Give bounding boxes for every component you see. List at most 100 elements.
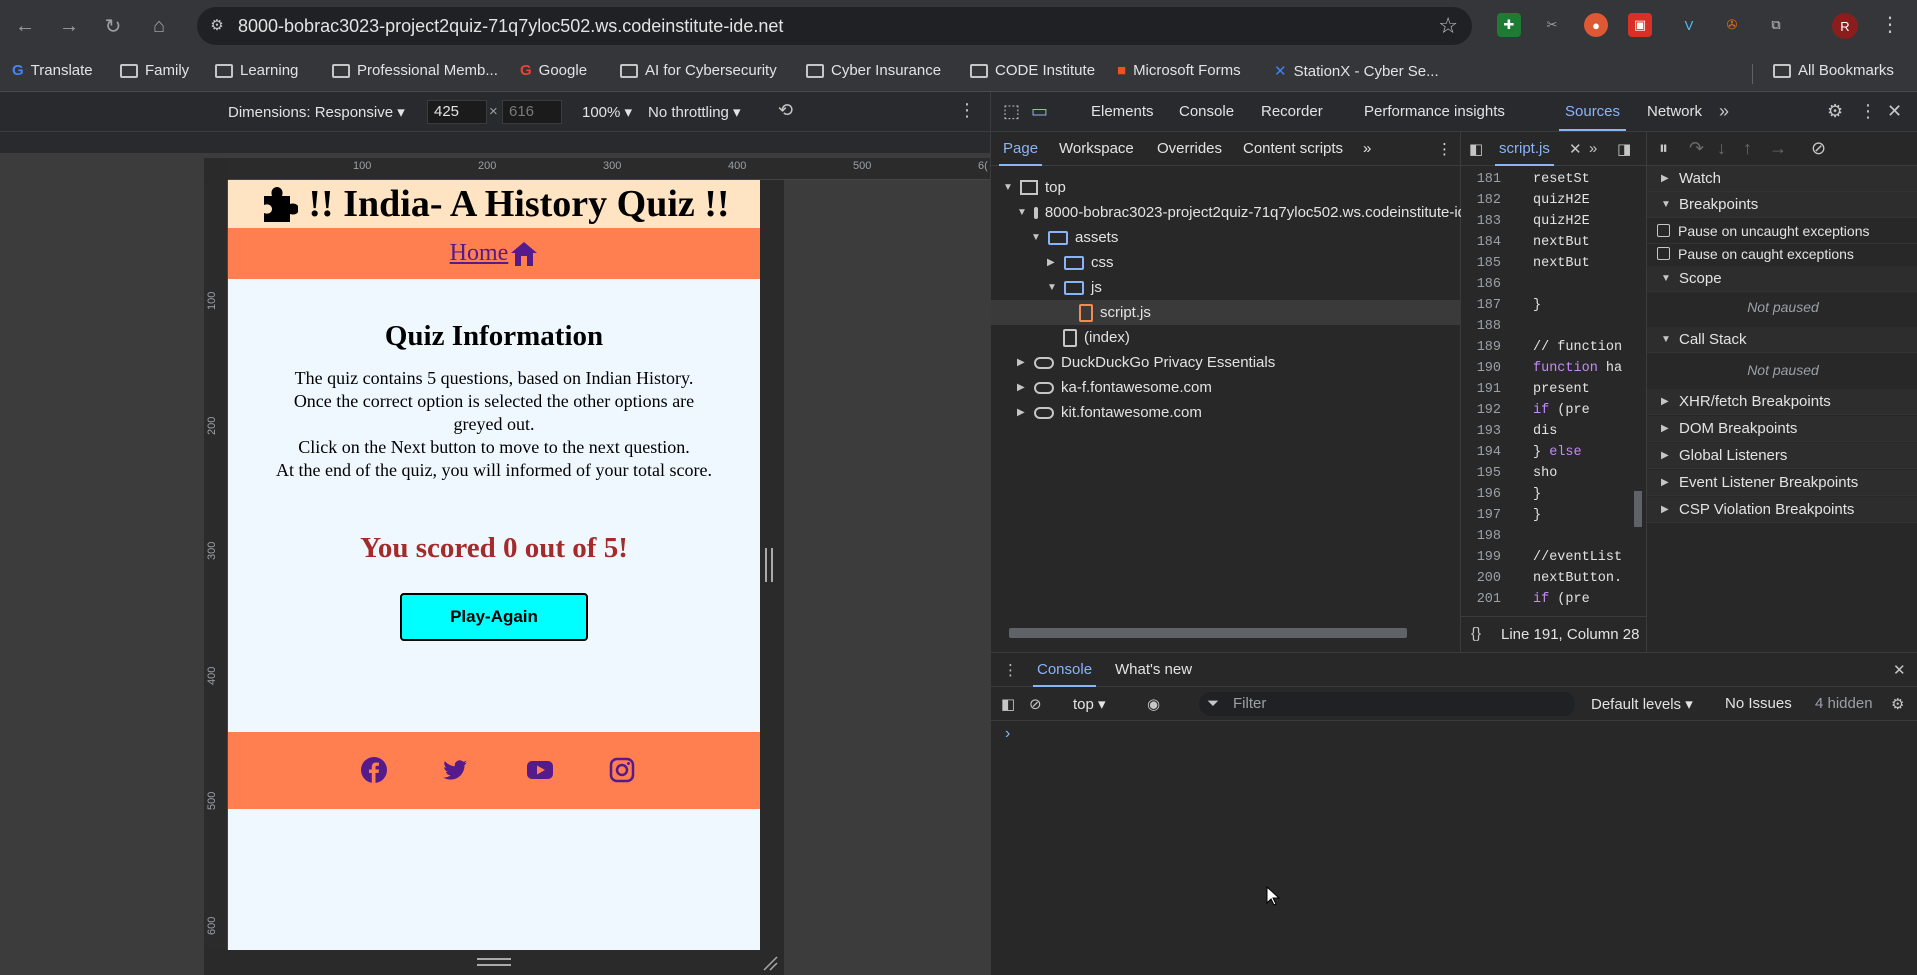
line-number[interactable]: 201 bbox=[1461, 592, 1501, 607]
tree-item-origin[interactable]: ▼ 8000-bobrac3023-project2quiz-71q7yloc50… bbox=[1017, 200, 1461, 225]
checkbox-icon[interactable] bbox=[1657, 247, 1670, 260]
device-toolbar-menu-icon[interactable]: ⋮ bbox=[958, 100, 976, 121]
scrollbar-thumb[interactable] bbox=[1634, 491, 1642, 527]
line-number[interactable]: 198 bbox=[1461, 529, 1501, 544]
bookmark-stationx[interactable]: ✕ StationX - Cyber Se... bbox=[1274, 62, 1439, 81]
console-sidebar-icon[interactable]: ◧ bbox=[1001, 695, 1015, 713]
tree-item-index[interactable]: (index) bbox=[1045, 325, 1130, 350]
console-settings-gear-icon[interactable]: ⚙ bbox=[1891, 695, 1904, 713]
toggle-navigator-icon[interactable]: ◧ bbox=[1469, 140, 1483, 158]
facebook-icon[interactable] bbox=[360, 756, 388, 784]
bookmark-code-institute[interactable]: CODE Institute bbox=[970, 62, 1095, 79]
line-number[interactable]: 187 bbox=[1461, 298, 1501, 313]
code-line[interactable]: 184 nextBut bbox=[1461, 235, 1631, 256]
global-listeners-section[interactable]: ▶ Global Listeners bbox=[1647, 443, 1917, 469]
step-into-icon[interactable]: ↓ bbox=[1717, 138, 1726, 159]
editor-vertical-scrollbar[interactable] bbox=[1631, 166, 1645, 598]
tab-sources[interactable]: Sources bbox=[1558, 103, 1627, 131]
home-icon[interactable]: ⌂ bbox=[146, 13, 172, 39]
extensions-puzzle-icon[interactable]: ⧉ bbox=[1764, 13, 1788, 37]
bookmark-google[interactable]: G Google bbox=[520, 62, 587, 79]
line-number[interactable]: 186 bbox=[1461, 277, 1501, 292]
line-number[interactable]: 191 bbox=[1461, 382, 1501, 397]
line-number[interactable]: 197 bbox=[1461, 508, 1501, 523]
all-bookmarks[interactable]: All Bookmarks bbox=[1773, 62, 1894, 79]
code-line[interactable]: 196 } bbox=[1461, 487, 1631, 508]
profile-avatar[interactable]: R bbox=[1832, 13, 1858, 39]
resize-handle-bottom[interactable] bbox=[477, 958, 511, 966]
url-text[interactable]: 8000-bobrac3023-project2quiz-71q7yloc502… bbox=[238, 16, 783, 37]
site-info-icon[interactable]: ⚙ bbox=[207, 16, 227, 36]
step-icon[interactable]: → bbox=[1769, 138, 1787, 159]
settings-gear-icon[interactable]: ⚙ bbox=[1827, 101, 1843, 122]
line-number[interactable]: 190 bbox=[1461, 361, 1501, 376]
step-over-icon[interactable]: ↷ bbox=[1689, 138, 1704, 159]
tree-item-assets[interactable]: ▼ assets bbox=[1031, 225, 1118, 250]
tab-console[interactable]: Console bbox=[1179, 103, 1234, 120]
code-line[interactable]: 190 function ha bbox=[1461, 361, 1631, 382]
tab-performance-insights[interactable]: Performance insights bbox=[1364, 103, 1505, 120]
deactivate-breakpoints-icon[interactable]: ⊘ bbox=[1811, 138, 1826, 159]
code-line[interactable]: 199 //eventList bbox=[1461, 550, 1631, 571]
bookmark-star-icon[interactable]: ☆ bbox=[1438, 13, 1458, 39]
breakpoints-section[interactable]: ▼ Breakpoints bbox=[1647, 192, 1917, 218]
checkbox-icon[interactable] bbox=[1657, 224, 1670, 237]
address-bar[interactable]: ⚙ 8000-bobrac3023-project2quiz-71q7yloc5… bbox=[197, 7, 1472, 45]
instagram-icon[interactable] bbox=[608, 756, 636, 784]
line-number[interactable]: 192 bbox=[1461, 403, 1501, 418]
live-expression-eye-icon[interactable]: ◉ bbox=[1147, 695, 1160, 713]
resize-handle-right[interactable] bbox=[765, 548, 773, 582]
line-number[interactable]: 195 bbox=[1461, 466, 1501, 481]
csp-violation-breakpoints-section[interactable]: ▶ CSP Violation Breakpoints bbox=[1647, 497, 1917, 523]
step-out-icon[interactable]: ↑ bbox=[1743, 138, 1752, 159]
tree-item-top[interactable]: ▼ top bbox=[1003, 175, 1066, 200]
watch-section[interactable]: ▶ Watch bbox=[1647, 166, 1917, 192]
code-line[interactable]: 187} bbox=[1461, 298, 1631, 319]
bookmark-family[interactable]: Family bbox=[120, 62, 189, 79]
dimensions-dropdown[interactable]: Dimensions: Responsive ▾ bbox=[228, 103, 405, 121]
event-listener-breakpoints-section[interactable]: ▶ Event Listener Breakpoints bbox=[1647, 470, 1917, 496]
line-number[interactable]: 181 bbox=[1461, 172, 1501, 187]
youtube-icon[interactable] bbox=[526, 756, 554, 784]
xhr-breakpoints-section[interactable]: ▶ XHR/fetch Breakpoints bbox=[1647, 389, 1917, 415]
home-link[interactable]: Home bbox=[450, 240, 509, 267]
more-editor-tabs-icon[interactable]: » bbox=[1589, 140, 1597, 157]
tree-item-duckduckgo[interactable]: ▶ DuckDuckGo Privacy Essentials bbox=[1017, 350, 1275, 375]
tab-elements[interactable]: Elements bbox=[1091, 103, 1154, 120]
drawer-menu-icon[interactable]: ⋮ bbox=[1003, 661, 1018, 679]
scrollbar-thumb[interactable] bbox=[1009, 628, 1407, 638]
close-devtools-icon[interactable]: ✕ bbox=[1887, 101, 1902, 122]
play-again-button[interactable]: Play-Again bbox=[400, 593, 588, 641]
tab-page[interactable]: Page bbox=[998, 140, 1043, 166]
line-number[interactable]: 184 bbox=[1461, 235, 1501, 250]
line-number[interactable]: 183 bbox=[1461, 214, 1501, 229]
line-number[interactable]: 185 bbox=[1461, 256, 1501, 271]
bookmark-ai-cybersecurity[interactable]: AI for Cybersecurity bbox=[620, 62, 777, 79]
pause-caught-checkbox[interactable]: Pause on caught exceptions bbox=[1647, 241, 1917, 267]
code-line[interactable]: 195 sho bbox=[1461, 466, 1631, 487]
width-input[interactable]: 425 bbox=[427, 100, 487, 124]
line-number[interactable]: 193 bbox=[1461, 424, 1501, 439]
console-prompt[interactable]: › bbox=[1005, 725, 1010, 743]
tree-item-js[interactable]: ▼ js bbox=[1047, 275, 1102, 300]
line-number[interactable]: 196 bbox=[1461, 487, 1501, 502]
issues-count[interactable]: No Issues bbox=[1725, 695, 1792, 712]
code-line[interactable]: 192 if (pre bbox=[1461, 403, 1631, 424]
bookmark-microsoft-forms[interactable]: ■ Microsoft Forms bbox=[1117, 62, 1241, 79]
navigator-menu-icon[interactable]: ⋮ bbox=[1437, 140, 1452, 158]
more-nav-tabs-chevron-icon[interactable]: » bbox=[1363, 140, 1371, 157]
throttling-dropdown[interactable]: No throttling ▾ bbox=[648, 103, 741, 121]
code-line[interactable]: 197} bbox=[1461, 508, 1631, 529]
zoom-dropdown[interactable]: 100% ▾ bbox=[582, 103, 632, 121]
height-input[interactable]: 616 bbox=[502, 100, 562, 124]
browser-menu-icon[interactable]: ⋮ bbox=[1880, 12, 1900, 37]
line-number[interactable]: 194 bbox=[1461, 445, 1501, 460]
call-stack-section[interactable]: ▼ Call Stack bbox=[1647, 327, 1917, 353]
tree-item-ka-fontawesome[interactable]: ▶ ka-f.fontawesome.com bbox=[1017, 375, 1212, 400]
code-line[interactable]: 182 quizH2E bbox=[1461, 193, 1631, 214]
line-number[interactable]: 188 bbox=[1461, 319, 1501, 334]
close-tab-icon[interactable]: ✕ bbox=[1569, 140, 1582, 158]
forward-arrow-icon[interactable]: → bbox=[56, 13, 82, 39]
bookmark-professional[interactable]: Professional Memb... bbox=[332, 62, 498, 79]
drawer-tab-console[interactable]: Console bbox=[1032, 661, 1097, 687]
